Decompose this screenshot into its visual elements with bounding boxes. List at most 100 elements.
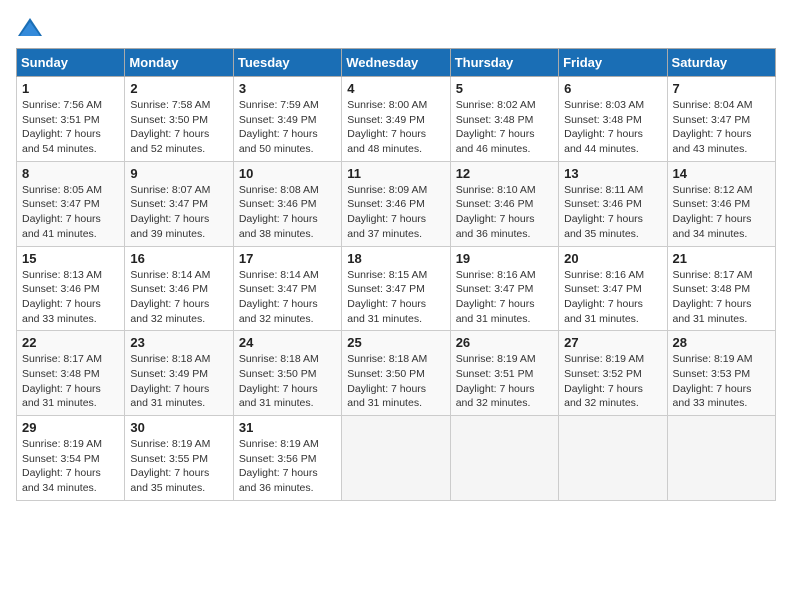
weekday-header-friday: Friday bbox=[559, 49, 667, 77]
day-number: 30 bbox=[130, 420, 227, 435]
calendar-cell: 2 Sunrise: 7:58 AM Sunset: 3:50 PM Dayli… bbox=[125, 77, 233, 162]
day-info: Sunrise: 8:09 AM Sunset: 3:46 PM Dayligh… bbox=[347, 183, 444, 242]
day-info: Sunrise: 8:18 AM Sunset: 3:49 PM Dayligh… bbox=[130, 352, 227, 411]
day-info: Sunrise: 8:05 AM Sunset: 3:47 PM Dayligh… bbox=[22, 183, 119, 242]
calendar-week-row: 15 Sunrise: 8:13 AM Sunset: 3:46 PM Dayl… bbox=[17, 246, 776, 331]
day-number: 23 bbox=[130, 335, 227, 350]
day-info: Sunrise: 8:17 AM Sunset: 3:48 PM Dayligh… bbox=[22, 352, 119, 411]
calendar-cell: 26 Sunrise: 8:19 AM Sunset: 3:51 PM Dayl… bbox=[450, 331, 558, 416]
calendar-cell: 4 Sunrise: 8:00 AM Sunset: 3:49 PM Dayli… bbox=[342, 77, 450, 162]
day-info: Sunrise: 8:19 AM Sunset: 3:51 PM Dayligh… bbox=[456, 352, 553, 411]
day-info: Sunrise: 8:19 AM Sunset: 3:53 PM Dayligh… bbox=[673, 352, 770, 411]
calendar-cell: 6 Sunrise: 8:03 AM Sunset: 3:48 PM Dayli… bbox=[559, 77, 667, 162]
day-number: 4 bbox=[347, 81, 444, 96]
day-number: 17 bbox=[239, 251, 336, 266]
day-info: Sunrise: 8:16 AM Sunset: 3:47 PM Dayligh… bbox=[564, 268, 661, 327]
day-number: 16 bbox=[130, 251, 227, 266]
calendar-week-row: 29 Sunrise: 8:19 AM Sunset: 3:54 PM Dayl… bbox=[17, 416, 776, 501]
day-number: 27 bbox=[564, 335, 661, 350]
day-info: Sunrise: 8:07 AM Sunset: 3:47 PM Dayligh… bbox=[130, 183, 227, 242]
calendar-cell: 11 Sunrise: 8:09 AM Sunset: 3:46 PM Dayl… bbox=[342, 161, 450, 246]
calendar-cell: 14 Sunrise: 8:12 AM Sunset: 3:46 PM Dayl… bbox=[667, 161, 775, 246]
day-number: 14 bbox=[673, 166, 770, 181]
day-info: Sunrise: 8:18 AM Sunset: 3:50 PM Dayligh… bbox=[347, 352, 444, 411]
day-number: 24 bbox=[239, 335, 336, 350]
calendar-week-row: 1 Sunrise: 7:56 AM Sunset: 3:51 PM Dayli… bbox=[17, 77, 776, 162]
calendar-cell: 23 Sunrise: 8:18 AM Sunset: 3:49 PM Dayl… bbox=[125, 331, 233, 416]
calendar-cell: 16 Sunrise: 8:14 AM Sunset: 3:46 PM Dayl… bbox=[125, 246, 233, 331]
day-info: Sunrise: 7:59 AM Sunset: 3:49 PM Dayligh… bbox=[239, 98, 336, 157]
day-number: 2 bbox=[130, 81, 227, 96]
day-number: 20 bbox=[564, 251, 661, 266]
day-info: Sunrise: 8:16 AM Sunset: 3:47 PM Dayligh… bbox=[456, 268, 553, 327]
day-number: 6 bbox=[564, 81, 661, 96]
day-number: 10 bbox=[239, 166, 336, 181]
calendar-cell: 1 Sunrise: 7:56 AM Sunset: 3:51 PM Dayli… bbox=[17, 77, 125, 162]
calendar-cell: 12 Sunrise: 8:10 AM Sunset: 3:46 PM Dayl… bbox=[450, 161, 558, 246]
day-info: Sunrise: 8:19 AM Sunset: 3:54 PM Dayligh… bbox=[22, 437, 119, 496]
calendar-cell: 25 Sunrise: 8:18 AM Sunset: 3:50 PM Dayl… bbox=[342, 331, 450, 416]
calendar-cell: 20 Sunrise: 8:16 AM Sunset: 3:47 PM Dayl… bbox=[559, 246, 667, 331]
calendar-cell: 15 Sunrise: 8:13 AM Sunset: 3:46 PM Dayl… bbox=[17, 246, 125, 331]
day-number: 13 bbox=[564, 166, 661, 181]
calendar-week-row: 22 Sunrise: 8:17 AM Sunset: 3:48 PM Dayl… bbox=[17, 331, 776, 416]
calendar-cell bbox=[450, 416, 558, 501]
weekday-header-wednesday: Wednesday bbox=[342, 49, 450, 77]
day-number: 7 bbox=[673, 81, 770, 96]
calendar-cell: 19 Sunrise: 8:16 AM Sunset: 3:47 PM Dayl… bbox=[450, 246, 558, 331]
weekday-header-tuesday: Tuesday bbox=[233, 49, 341, 77]
day-info: Sunrise: 8:00 AM Sunset: 3:49 PM Dayligh… bbox=[347, 98, 444, 157]
calendar-cell: 17 Sunrise: 8:14 AM Sunset: 3:47 PM Dayl… bbox=[233, 246, 341, 331]
day-number: 12 bbox=[456, 166, 553, 181]
calendar-cell: 21 Sunrise: 8:17 AM Sunset: 3:48 PM Dayl… bbox=[667, 246, 775, 331]
calendar-cell: 28 Sunrise: 8:19 AM Sunset: 3:53 PM Dayl… bbox=[667, 331, 775, 416]
day-info: Sunrise: 8:14 AM Sunset: 3:47 PM Dayligh… bbox=[239, 268, 336, 327]
day-info: Sunrise: 8:10 AM Sunset: 3:46 PM Dayligh… bbox=[456, 183, 553, 242]
day-number: 5 bbox=[456, 81, 553, 96]
calendar: SundayMondayTuesdayWednesdayThursdayFrid… bbox=[16, 48, 776, 501]
calendar-cell: 8 Sunrise: 8:05 AM Sunset: 3:47 PM Dayli… bbox=[17, 161, 125, 246]
day-number: 3 bbox=[239, 81, 336, 96]
day-number: 21 bbox=[673, 251, 770, 266]
day-info: Sunrise: 8:03 AM Sunset: 3:48 PM Dayligh… bbox=[564, 98, 661, 157]
day-info: Sunrise: 8:02 AM Sunset: 3:48 PM Dayligh… bbox=[456, 98, 553, 157]
day-number: 29 bbox=[22, 420, 119, 435]
weekday-header-row: SundayMondayTuesdayWednesdayThursdayFrid… bbox=[17, 49, 776, 77]
day-number: 26 bbox=[456, 335, 553, 350]
day-info: Sunrise: 8:04 AM Sunset: 3:47 PM Dayligh… bbox=[673, 98, 770, 157]
day-number: 25 bbox=[347, 335, 444, 350]
day-info: Sunrise: 8:18 AM Sunset: 3:50 PM Dayligh… bbox=[239, 352, 336, 411]
day-number: 8 bbox=[22, 166, 119, 181]
calendar-cell bbox=[342, 416, 450, 501]
day-number: 22 bbox=[22, 335, 119, 350]
logo-icon bbox=[16, 16, 44, 40]
weekday-header-monday: Monday bbox=[125, 49, 233, 77]
weekday-header-sunday: Sunday bbox=[17, 49, 125, 77]
calendar-cell: 22 Sunrise: 8:17 AM Sunset: 3:48 PM Dayl… bbox=[17, 331, 125, 416]
calendar-cell: 27 Sunrise: 8:19 AM Sunset: 3:52 PM Dayl… bbox=[559, 331, 667, 416]
header bbox=[16, 16, 776, 40]
calendar-cell: 3 Sunrise: 7:59 AM Sunset: 3:49 PM Dayli… bbox=[233, 77, 341, 162]
day-info: Sunrise: 7:56 AM Sunset: 3:51 PM Dayligh… bbox=[22, 98, 119, 157]
weekday-header-thursday: Thursday bbox=[450, 49, 558, 77]
day-info: Sunrise: 8:19 AM Sunset: 3:52 PM Dayligh… bbox=[564, 352, 661, 411]
day-number: 18 bbox=[347, 251, 444, 266]
day-info: Sunrise: 8:12 AM Sunset: 3:46 PM Dayligh… bbox=[673, 183, 770, 242]
calendar-cell: 29 Sunrise: 8:19 AM Sunset: 3:54 PM Dayl… bbox=[17, 416, 125, 501]
calendar-cell: 5 Sunrise: 8:02 AM Sunset: 3:48 PM Dayli… bbox=[450, 77, 558, 162]
calendar-cell: 9 Sunrise: 8:07 AM Sunset: 3:47 PM Dayli… bbox=[125, 161, 233, 246]
calendar-cell: 7 Sunrise: 8:04 AM Sunset: 3:47 PM Dayli… bbox=[667, 77, 775, 162]
calendar-cell: 18 Sunrise: 8:15 AM Sunset: 3:47 PM Dayl… bbox=[342, 246, 450, 331]
day-info: Sunrise: 8:14 AM Sunset: 3:46 PM Dayligh… bbox=[130, 268, 227, 327]
calendar-cell bbox=[667, 416, 775, 501]
calendar-cell: 30 Sunrise: 8:19 AM Sunset: 3:55 PM Dayl… bbox=[125, 416, 233, 501]
calendar-cell: 31 Sunrise: 8:19 AM Sunset: 3:56 PM Dayl… bbox=[233, 416, 341, 501]
day-info: Sunrise: 8:19 AM Sunset: 3:55 PM Dayligh… bbox=[130, 437, 227, 496]
day-number: 1 bbox=[22, 81, 119, 96]
day-number: 11 bbox=[347, 166, 444, 181]
day-info: Sunrise: 7:58 AM Sunset: 3:50 PM Dayligh… bbox=[130, 98, 227, 157]
logo bbox=[16, 16, 48, 40]
day-info: Sunrise: 8:11 AM Sunset: 3:46 PM Dayligh… bbox=[564, 183, 661, 242]
weekday-header-saturday: Saturday bbox=[667, 49, 775, 77]
day-number: 15 bbox=[22, 251, 119, 266]
